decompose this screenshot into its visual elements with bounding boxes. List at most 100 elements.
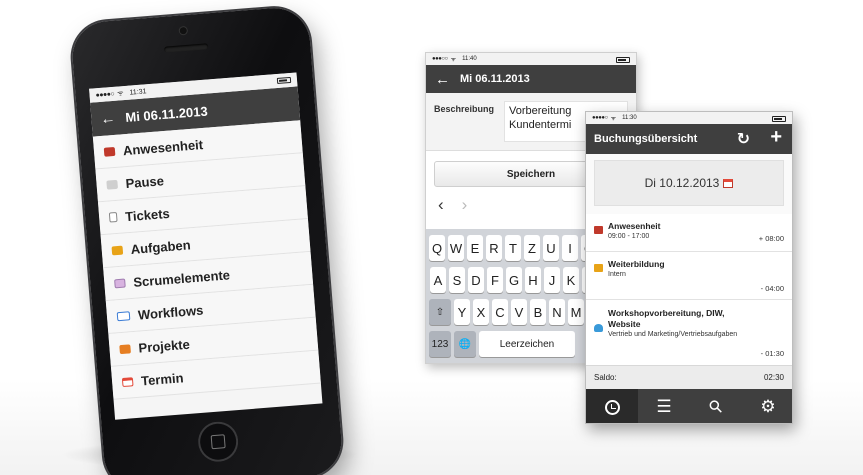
selected-date: Di 10.12.2013	[644, 176, 720, 190]
earpiece-speaker	[163, 43, 209, 53]
menu-item-label: Aufgaben	[130, 236, 192, 257]
page-title: Buchungsübersicht	[594, 133, 698, 145]
entry-amount: + 08:00	[758, 234, 784, 243]
nav-bar: Buchungsübersicht ↻ +	[586, 124, 792, 154]
tab-key[interactable]: ⚲	[690, 389, 742, 423]
shift-key-icon[interactable]: ⇧	[429, 299, 451, 325]
people-icon	[594, 324, 603, 332]
battery-icon	[616, 57, 630, 63]
menu-item-label: Pause	[124, 172, 165, 191]
previous-field-icon[interactable]: ‹	[438, 195, 444, 215]
add-icon[interactable]: +	[770, 126, 782, 149]
key[interactable]: M	[568, 299, 584, 325]
folder-icon	[119, 343, 131, 354]
key[interactable]: Z	[524, 235, 540, 261]
saldo-bar: Saldo: 02:30	[586, 365, 792, 389]
refresh-icon[interactable]: ↻	[737, 129, 750, 149]
entry-title: Anwesenheit	[608, 221, 661, 231]
key[interactable]: I	[562, 235, 578, 261]
battery-icon	[772, 116, 786, 122]
saldo-value: 02:30	[763, 373, 784, 382]
entry-amount: - 04:00	[760, 284, 784, 293]
scrum-icon	[114, 278, 126, 288]
menu-item-label: Workflows	[137, 302, 204, 323]
briefcase-icon	[103, 146, 116, 157]
gear-icon: ⚙	[760, 397, 776, 416]
iphone-device: ●●●●○ ᯤ 11:31 ← Mi 06.11.2013 Anwesenhei…	[69, 5, 345, 475]
key[interactable]: J	[544, 267, 560, 293]
status-time: 11:30	[622, 115, 637, 121]
key-icon: ⚲	[704, 395, 727, 418]
calendar-icon	[723, 178, 734, 188]
description-label: Beschreibung	[434, 104, 495, 114]
tab-bar: ☰ ⚲ ⚙	[586, 389, 792, 423]
key[interactable]: Q	[429, 235, 445, 261]
status-bar: ●●●●○ ᯤ 11:30	[586, 112, 792, 124]
key[interactable]: R	[486, 235, 502, 261]
menu-item-label: Tickets	[124, 205, 171, 224]
briefcase-icon	[594, 226, 603, 234]
back-arrow-icon[interactable]: ←	[435, 71, 450, 88]
menu-item-label: Anwesenheit	[122, 136, 204, 158]
key[interactable]: K	[563, 267, 579, 293]
signal-indicator: ●●●●○	[95, 90, 115, 99]
home-button[interactable]	[196, 420, 240, 464]
page-title: Mi 06.11.2013	[460, 73, 530, 85]
booking-entry[interactable]: Weiterbildung Intern - 04:00	[586, 252, 792, 300]
booking-entry[interactable]: Workshopvorbereitung, DIW, Website Vertr…	[586, 300, 792, 366]
wifi-icon: ᯤ	[610, 116, 617, 122]
key[interactable]: C	[492, 299, 508, 325]
booking-entry[interactable]: Anwesenheit 09:00 - 17:00 + 08:00	[586, 214, 792, 252]
tab-clock[interactable]	[586, 389, 638, 423]
booking-overview-screen: ●●●●○ ᯤ 11:30 Buchungsübersicht ↻ + Di 1…	[585, 111, 793, 424]
globe-icon[interactable]: 🌐	[454, 331, 476, 357]
key[interactable]: Y	[454, 299, 470, 325]
key[interactable]: F	[487, 267, 503, 293]
battery-icon	[276, 76, 292, 84]
entry-detail: Intern	[608, 271, 626, 278]
nav-bar: ← Mi 06.11.2013	[426, 65, 636, 93]
tab-settings[interactable]: ⚙	[742, 389, 792, 423]
entry-title: Website	[608, 319, 641, 329]
key[interactable]: B	[530, 299, 546, 325]
menu-item-label: Scrumelemente	[132, 266, 231, 290]
status-time: 11:31	[129, 87, 147, 97]
key[interactable]: D	[468, 267, 484, 293]
saldo-label: Saldo:	[594, 373, 617, 382]
key[interactable]: X	[473, 299, 489, 325]
booking-list: Anwesenheit 09:00 - 17:00 + 08:00 Weiter…	[586, 214, 792, 366]
entry-title: Weiterbildung	[608, 259, 665, 269]
signal-indicator: ●●●●○	[592, 115, 608, 121]
entry-detail: Vertrieb und Marketing/Vertriebsaufgaben	[608, 331, 738, 338]
key[interactable]: U	[543, 235, 559, 261]
entry-title: Workshopvorbereitung, DIW,	[608, 308, 725, 318]
menu-item-label: Termin	[140, 369, 184, 389]
phone1-screen: ●●●●○ ᯤ 11:31 ← Mi 06.11.2013 Anwesenhei…	[89, 72, 323, 420]
numbers-key[interactable]: 123	[429, 331, 451, 357]
key[interactable]: E	[467, 235, 483, 261]
key[interactable]: G	[506, 267, 522, 293]
signal-indicator: ●●●○○	[432, 56, 448, 62]
tab-list[interactable]: ☰	[638, 389, 690, 423]
back-arrow-icon[interactable]: ←	[100, 109, 116, 127]
key[interactable]: N	[549, 299, 565, 325]
key[interactable]: S	[449, 267, 465, 293]
status-bar: ●●●○○ ᯤ 11:40	[426, 53, 636, 65]
key[interactable]: V	[511, 299, 527, 325]
list-icon: ☰	[656, 397, 672, 416]
status-time: 11:40	[462, 56, 477, 62]
coffee-icon	[106, 179, 118, 190]
key[interactable]: A	[430, 267, 446, 293]
key[interactable]: T	[505, 235, 521, 261]
date-selector[interactable]: Di 10.12.2013	[594, 160, 784, 206]
menu-item-label: Projekte	[137, 336, 191, 356]
page-title: Mi 06.11.2013	[124, 103, 209, 125]
key[interactable]: H	[525, 267, 541, 293]
ticket-icon	[108, 211, 118, 223]
tasks-icon	[111, 245, 124, 255]
next-field-icon[interactable]: ›	[462, 195, 468, 215]
space-key[interactable]: Leerzeichen	[479, 331, 575, 357]
key[interactable]: W	[448, 235, 464, 261]
calendar-icon	[121, 376, 134, 387]
wifi-icon: ᯤ	[450, 57, 457, 63]
